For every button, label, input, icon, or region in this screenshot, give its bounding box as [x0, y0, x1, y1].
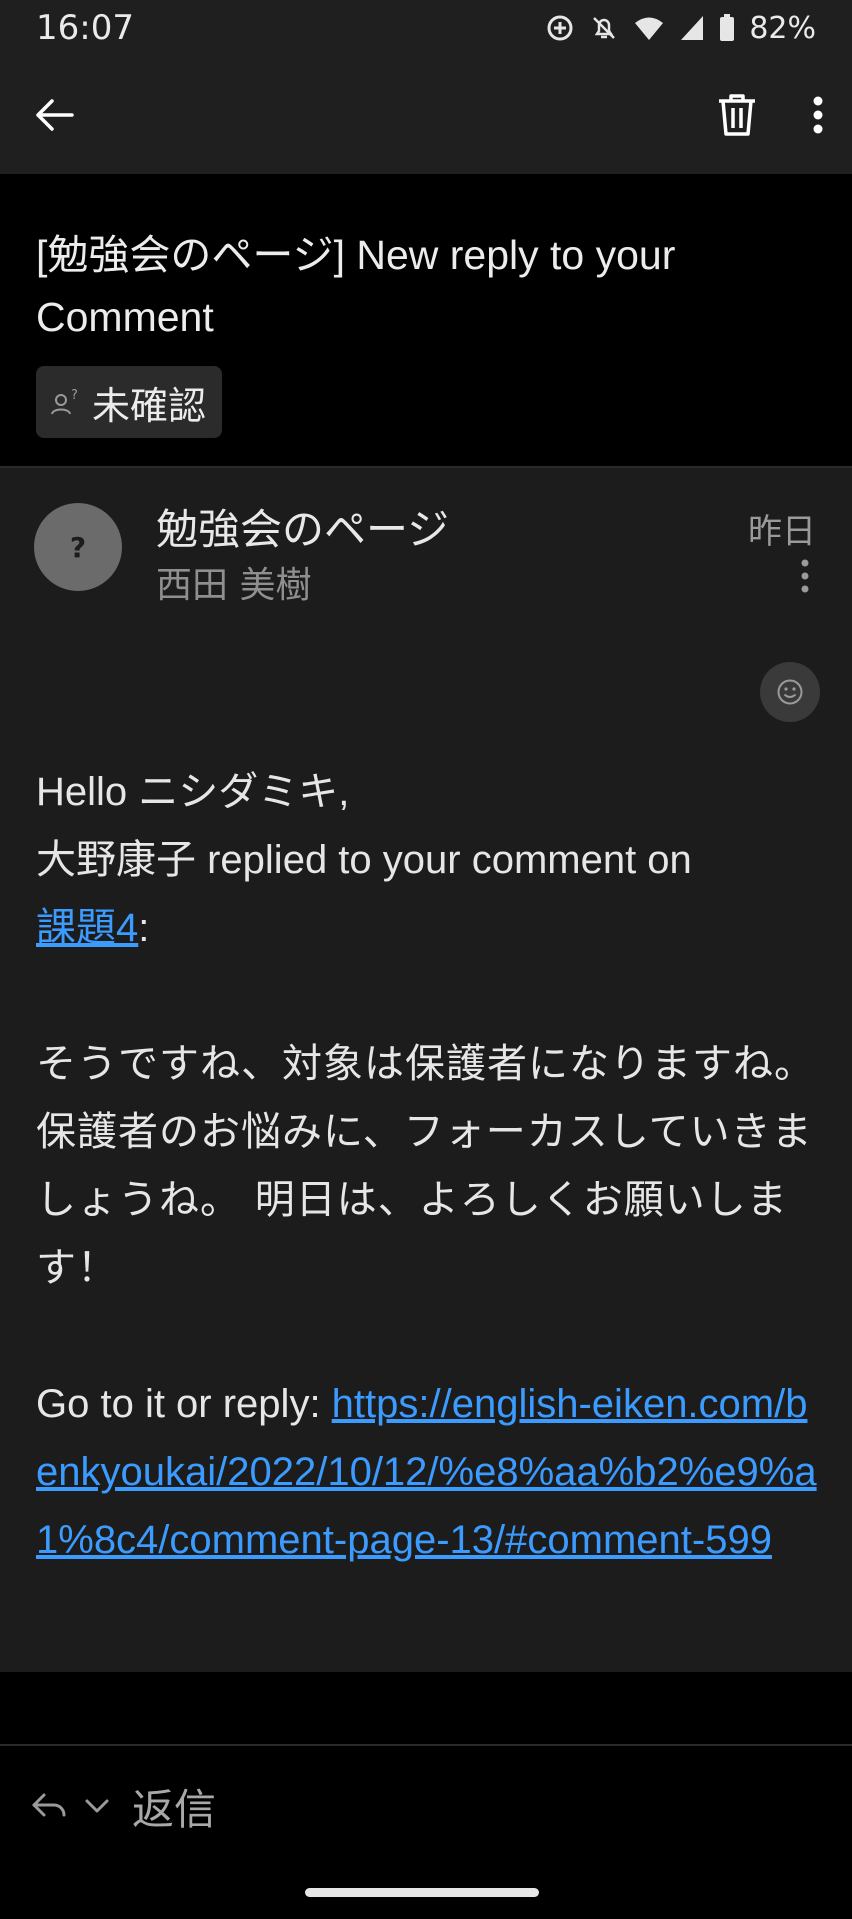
sender-name[interactable]: 勉強会のページ [156, 496, 449, 557]
message-card: ? 勉強会のページ 西田 美樹 昨日 Hello ニシダミキ, 大野康子 rep… [0, 468, 852, 1672]
emoji-reaction-button[interactable] [760, 662, 820, 722]
reply-bar[interactable]: 返信 [0, 1746, 852, 1866]
delete-button[interactable] [716, 92, 758, 138]
unknown-person-icon: ? [51, 388, 78, 415]
replied-line: 大野康子 replied to your comment on 課題4: [36, 826, 826, 962]
replied-text: 大野康子 replied to your comment on [36, 838, 692, 882]
home-indicator[interactable] [305, 1888, 539, 1897]
app-bar [0, 56, 852, 174]
status-bar: 16:07 82% [0, 0, 852, 56]
trash-icon [719, 94, 755, 136]
more-options-button[interactable] [812, 95, 824, 135]
more-vert-icon [813, 96, 823, 134]
greeting: Hello ニシダミキ, [36, 770, 350, 814]
message-date: 昨日 [748, 512, 816, 552]
avatar[interactable]: ? [34, 503, 122, 591]
subject-area: [勉強会のページ] New reply to your Comment ? 未確… [0, 174, 852, 466]
post-suffix: : [138, 906, 150, 950]
label-text: 未確認 [92, 383, 207, 428]
reply-icon [32, 1793, 66, 1817]
reply-button-label[interactable]: 返信 [132, 1776, 216, 1837]
more-vert-icon [801, 559, 809, 593]
back-button[interactable] [32, 93, 76, 137]
message-more-button[interactable] [800, 558, 810, 594]
goto-prefix: Go to it or reply: [36, 1382, 332, 1426]
battery-percent: 82% [749, 10, 816, 46]
post-link[interactable]: 課題4 [36, 906, 138, 950]
svg-text:?: ? [71, 388, 78, 403]
recipient-name: 西田 美樹 [156, 565, 312, 606]
smiley-icon [777, 679, 803, 705]
notifications-off-icon [589, 13, 619, 43]
arrow-left-icon [36, 99, 74, 131]
label-chip[interactable]: ? 未確認 [36, 366, 223, 438]
chevron-down-icon[interactable] [84, 1796, 110, 1816]
email-body: Hello ニシダミキ, 大野康子 replied to your commen… [36, 758, 826, 1574]
email-subject: [勉強会のページ] New reply to your Comment [36, 232, 676, 340]
status-icons: 82% [545, 11, 816, 46]
comment-text: そうですね、対象は保護者になりますね。保護者のお悩みに、フォーカスしていきましょ… [36, 1041, 815, 1291]
battery-icon [719, 14, 735, 42]
wifi-icon [633, 14, 665, 42]
data-saver-icon [545, 13, 575, 43]
goto-line: Go to it or reply: https://english-eiken… [36, 1370, 826, 1574]
status-time: 16:07 [36, 8, 134, 48]
avatar-text: ? [69, 530, 87, 564]
cell-signal-icon [679, 14, 705, 42]
